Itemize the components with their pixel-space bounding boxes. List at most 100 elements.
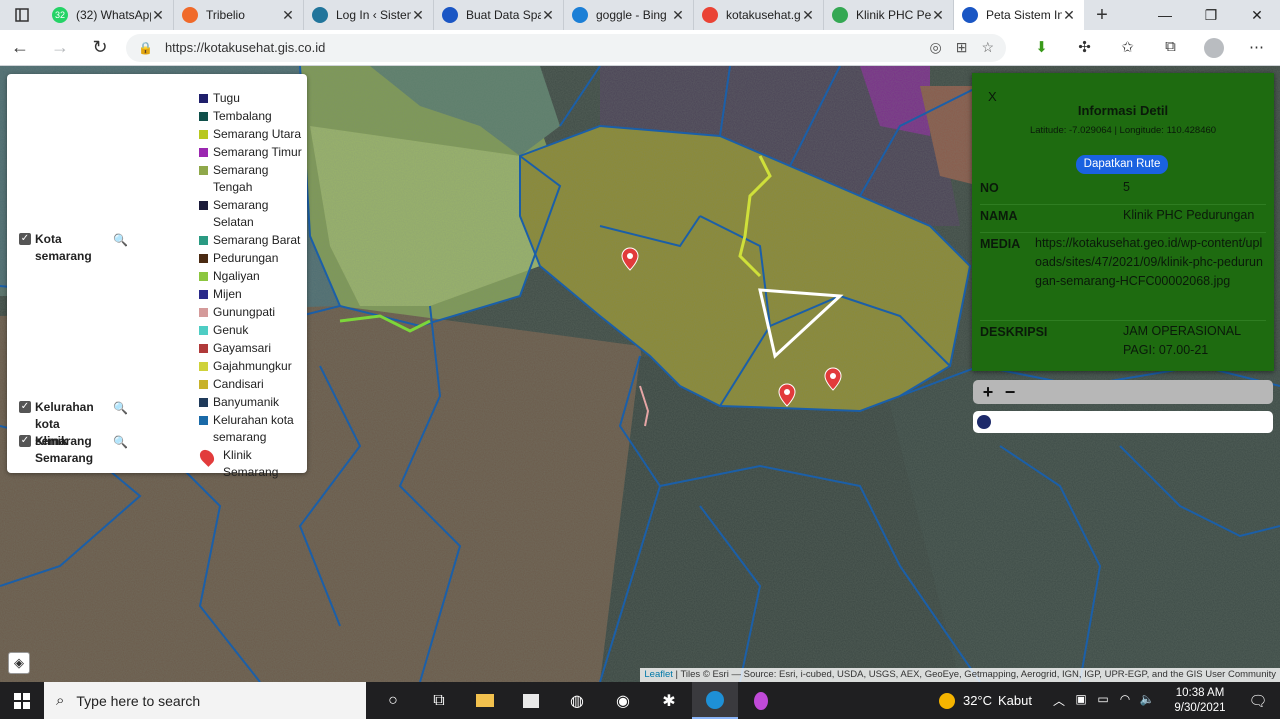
close-tab-icon[interactable]: ✕ [151, 7, 165, 24]
close-tab-icon[interactable]: ✕ [931, 7, 945, 24]
layer-checkbox[interactable]: ✓ [19, 401, 31, 413]
legend-item: Mijen [199, 286, 303, 303]
profile-avatar[interactable] [1192, 37, 1235, 58]
map-search-bar[interactable] [973, 411, 1273, 433]
settings-menu-icon[interactable]: ⋯ [1235, 38, 1278, 58]
browser-tab[interactable]: goggle - Bing ✕ [564, 0, 694, 30]
new-tab-button[interactable]: + [1084, 0, 1120, 30]
chevron-up-icon[interactable]: ︿ [1048, 692, 1070, 709]
close-tab-icon[interactable]: ✕ [1062, 7, 1076, 24]
legend-swatch [199, 416, 208, 425]
weather-widget[interactable]: 32°C Kabut [938, 692, 1032, 709]
file-explorer-icon[interactable] [462, 682, 508, 719]
info-media-link[interactable]: https://kotakusehat.geo.id/wp-content/up… [1035, 234, 1267, 291]
legend-label: Semarang Selatan [213, 198, 269, 229]
extensions-icon[interactable]: ✣ [1063, 38, 1106, 58]
legend-label: Gayamsari [213, 341, 272, 355]
store-icon[interactable] [508, 682, 554, 719]
legend-item: Semarang Selatan [199, 197, 303, 231]
legend-label: Klinik Semarang [223, 448, 279, 479]
legend-label: Semarang Utara [213, 127, 302, 141]
legend-item: Tembalang [199, 108, 303, 125]
map-view[interactable]: ✓ Kota semarang 🔍 ✓ Kelurahan kota semar… [0, 66, 1280, 682]
minimize-button[interactable]: — [1142, 0, 1188, 30]
browser-tab[interactable]: kotakusehat.gis✕ [694, 0, 824, 30]
legend-swatch [199, 148, 208, 157]
tab-actions-button[interactable] [0, 0, 44, 30]
favorites-icon[interactable]: ✩ [1106, 38, 1149, 58]
edge-browser-icon[interactable] [692, 682, 738, 719]
meet-now-icon[interactable]: ▣ [1070, 692, 1092, 709]
close-tab-icon[interactable]: ✕ [801, 7, 815, 24]
close-tab-icon[interactable]: ✕ [281, 7, 295, 24]
taskbar-search[interactable]: ⌕ Type here to search [44, 682, 366, 719]
layer-toggle-klinik[interactable]: ✓ Klinik Semarang 🔍 [19, 433, 137, 467]
browser-tab[interactable]: Klinik PHC Pedurungan✕ [824, 0, 954, 30]
info-value: Klinik PHC Pedurungan [1123, 208, 1255, 222]
app-icon[interactable]: ◉ [600, 682, 646, 719]
tab-title: Peta Sistem Informasi [986, 8, 1062, 22]
wifi-icon[interactable]: ◠ [1114, 692, 1136, 709]
battery-icon[interactable]: ▭ [1092, 692, 1114, 709]
app-icon[interactable]: ◍ [554, 682, 600, 719]
browser-tab[interactable]: Peta Sistem Informasi✕ [954, 0, 1084, 30]
notification-icon[interactable]: 🗨 [1236, 692, 1280, 710]
forward-button[interactable]: → [40, 30, 80, 66]
volume-icon[interactable]: 🔈 [1136, 692, 1158, 709]
browser-tab[interactable]: Buat Data Spasial✕ [434, 0, 564, 30]
legend-swatch [199, 94, 208, 103]
layer-checkbox[interactable]: ✓ [19, 435, 31, 447]
start-button[interactable] [0, 682, 44, 719]
legend-swatch [199, 308, 208, 317]
layer-toggle-kota[interactable]: ✓ Kota semarang 🔍 [19, 231, 137, 265]
search-icon[interactable]: 🔍 [113, 233, 128, 247]
lock-icon: 🔒 [138, 40, 153, 55]
legend-item: Semarang Timur [199, 144, 303, 161]
close-tab-icon[interactable]: ✕ [671, 7, 685, 24]
close-tab-icon[interactable]: ✕ [411, 7, 425, 24]
close-window-button[interactable]: ✕ [1234, 0, 1280, 30]
address-bar[interactable]: 🔒 https://kotakusehat.gis.co.id ◎ ⊞ ☆ [126, 33, 1006, 62]
browser-tab[interactable]: Tribelio ✕ [174, 0, 304, 30]
search-icon[interactable]: 🔍 [113, 401, 128, 415]
attribution-text: | Tiles © Esri — Source: Esri, i-cubed, … [672, 669, 1276, 680]
app-available-icon[interactable]: ⊞ [956, 39, 968, 56]
task-view-icon[interactable]: ⧉ [416, 682, 462, 719]
maximize-button[interactable]: ❐ [1188, 0, 1234, 30]
app-icon[interactable]: ✱ [646, 682, 692, 719]
legend-label: Gajahmungkur [213, 359, 292, 373]
layers-stack-icon[interactable]: ◈ [8, 652, 30, 674]
wordpress-icon [312, 7, 328, 23]
location-icon[interactable]: ◎ [929, 39, 941, 56]
legend-swatch [199, 290, 208, 299]
info-row-no: NO 5 [980, 177, 1266, 205]
address-toolbar: ← → ↻ 🔒 https://kotakusehat.gis.co.id ◎ … [0, 30, 1280, 66]
add-favorite-icon[interactable]: ☆ [981, 39, 994, 56]
tab-title: (32) WhatsApp [76, 8, 151, 22]
tab-title: Log In ‹ Sistem [336, 8, 411, 22]
layer-checkbox[interactable]: ✓ [19, 233, 31, 245]
download-icon[interactable]: ⬇ [1020, 38, 1063, 58]
get-route-button[interactable]: Dapatkan Rute [1076, 155, 1168, 174]
refresh-button[interactable]: ↻ [80, 30, 120, 66]
window-controls: — ❐ ✕ [1142, 0, 1280, 30]
clock[interactable]: 10:38 AM 9/30/2021 [1164, 686, 1236, 716]
url-text[interactable]: https://kotakusehat.gis.co.id [165, 40, 916, 55]
layer-control-panel: ✓ Kota semarang 🔍 ✓ Kelurahan kota semar… [7, 74, 307, 479]
zoom-out-button[interactable]: − [999, 381, 1021, 403]
back-button[interactable]: ← [0, 30, 40, 66]
cortana-icon[interactable]: ○ [370, 682, 416, 719]
info-key: MEDIA [980, 237, 1021, 251]
close-panel-button[interactable]: X [988, 89, 997, 104]
zoom-in-button[interactable]: + [977, 381, 999, 403]
search-icon[interactable]: 🔍 [113, 435, 128, 449]
legend-item: Semarang Barat [199, 232, 303, 249]
legend-item: Gayamsari [199, 340, 303, 357]
app-icon[interactable] [738, 682, 784, 719]
browser-tab[interactable]: Log In ‹ Sistem ✕ [304, 0, 434, 30]
legend-label: Semarang Barat [213, 233, 301, 247]
leaflet-link[interactable]: Leaflet [644, 669, 673, 680]
collections-icon[interactable]: ⧉ [1149, 38, 1192, 58]
browser-tab[interactable]: 32 (32) WhatsApp ✕ [44, 0, 174, 30]
close-tab-icon[interactable]: ✕ [541, 7, 555, 24]
